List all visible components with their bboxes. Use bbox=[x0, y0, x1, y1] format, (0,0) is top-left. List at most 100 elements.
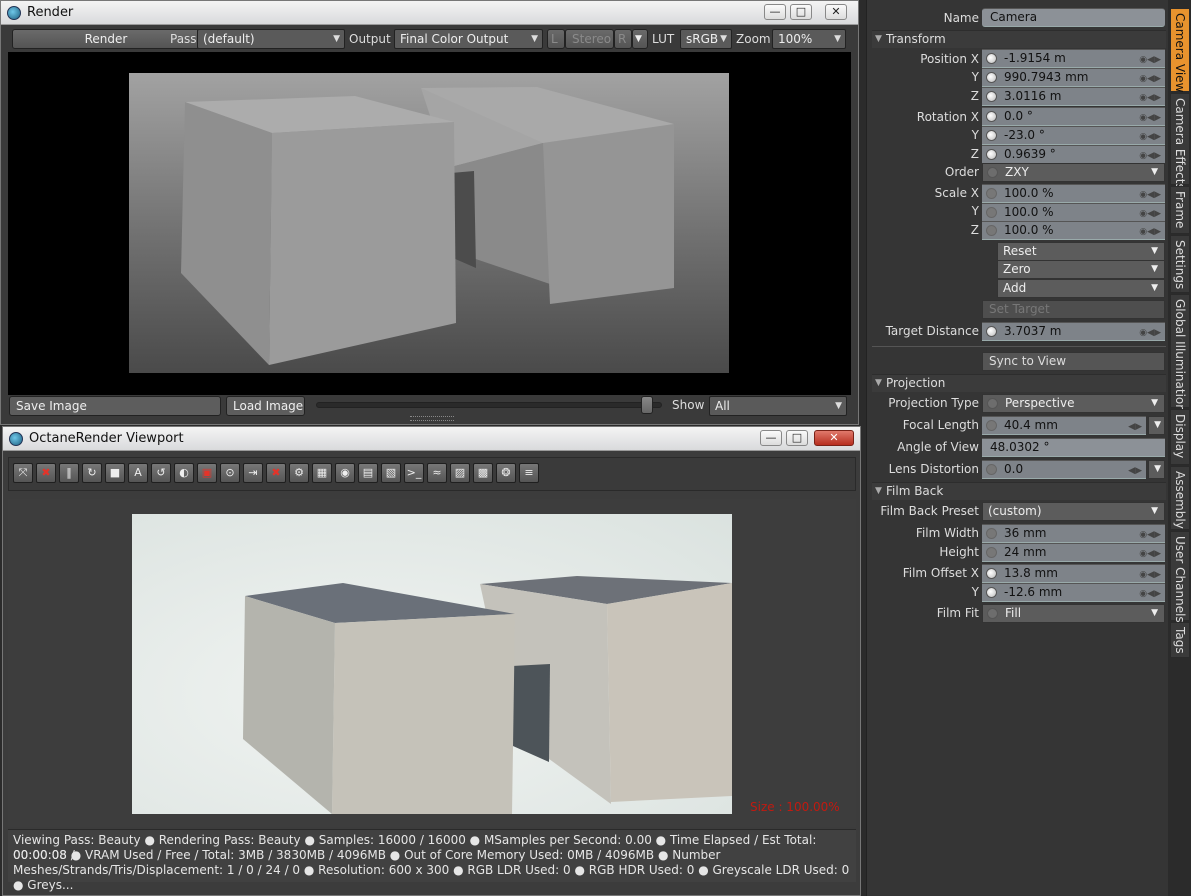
channel-dot-icon[interactable] bbox=[986, 225, 997, 236]
target-distance-field[interactable]: 3.7037 m ◉◀▶ bbox=[982, 322, 1165, 341]
position-y-field[interactable]: 990.7943 mm ◉◀▶ bbox=[982, 68, 1165, 87]
envelope-icon[interactable]: ◉◀▶ bbox=[1135, 52, 1161, 65]
angle-of-view-field[interactable]: 48.0302 ° bbox=[982, 438, 1165, 457]
viewport-titlebar[interactable]: OctaneRender Viewport — □ ✕ bbox=[3, 427, 860, 451]
rotation-y-field[interactable]: -23.0 ° ◉◀▶ bbox=[982, 126, 1165, 145]
pass-dropdown[interactable]: (default) ▼ bbox=[197, 29, 345, 49]
tab-settings[interactable]: Settings bbox=[1170, 235, 1190, 293]
tab-frame[interactable]: Frame bbox=[1170, 186, 1190, 234]
render-window-titlebar[interactable]: Render — □ ✕ bbox=[1, 1, 858, 25]
channel-dot-icon[interactable] bbox=[986, 188, 997, 199]
tab-assembly[interactable]: Assembly bbox=[1170, 466, 1190, 530]
reset-dropdown[interactable]: Reset ▼ bbox=[997, 242, 1165, 261]
snapshot-icon[interactable]: ◉ bbox=[335, 463, 355, 483]
export-icon[interactable]: ⇥ bbox=[243, 463, 263, 483]
channel-dot-icon[interactable] bbox=[986, 547, 997, 558]
channel-dot-icon[interactable] bbox=[986, 130, 997, 141]
sync-to-view-button[interactable]: Sync to View bbox=[982, 352, 1165, 371]
scale-z-field[interactable]: 100.0 % ◉◀▶ bbox=[982, 221, 1165, 240]
film-width-field[interactable]: 36 mm ◉◀▶ bbox=[982, 524, 1165, 543]
envelope-icon[interactable]: ◉◀▶ bbox=[1135, 224, 1161, 237]
projection-type-dropdown[interactable]: Perspective ▼ bbox=[982, 394, 1165, 413]
color-wheel-icon[interactable]: ◐ bbox=[174, 463, 194, 483]
tab-tags[interactable]: Tags bbox=[1170, 622, 1190, 658]
envelope-icon[interactable]: ◉◀▶ bbox=[1135, 567, 1161, 580]
channel-dot-icon[interactable] bbox=[987, 167, 998, 178]
stereo-options-dropdown[interactable]: ▼ bbox=[632, 29, 648, 49]
refresh-icon[interactable]: ↺ bbox=[151, 463, 171, 483]
focal-length-field[interactable]: 40.4 mm ◀▶ bbox=[982, 416, 1146, 435]
envelope-icon[interactable]: ◉◀▶ bbox=[1135, 148, 1161, 161]
channel-dot-icon[interactable] bbox=[986, 464, 997, 475]
envelope-icon[interactable]: ◉◀▶ bbox=[1135, 586, 1161, 599]
restart-icon[interactable]: ↻ bbox=[82, 463, 102, 483]
channel-dot-icon[interactable] bbox=[987, 398, 998, 409]
api-icon[interactable]: A bbox=[128, 463, 148, 483]
envelope-icon[interactable]: ◉◀▶ bbox=[1135, 527, 1161, 540]
film-offset-y-field[interactable]: -12.6 mm ◉◀▶ bbox=[982, 583, 1165, 602]
channel-dot-icon[interactable] bbox=[986, 207, 997, 218]
maximize-icon[interactable]: □ bbox=[786, 430, 808, 446]
add-dropdown[interactable]: Add ▼ bbox=[997, 279, 1165, 298]
close-icon[interactable]: ✕ bbox=[814, 430, 854, 446]
film-height-field[interactable]: 24 mm ◉◀▶ bbox=[982, 543, 1165, 562]
channel-dot-icon[interactable] bbox=[986, 91, 997, 102]
channel-dot-icon[interactable] bbox=[986, 528, 997, 539]
section-transform[interactable]: ▼ Transform bbox=[872, 30, 1166, 48]
l-toggle[interactable]: L bbox=[547, 29, 565, 49]
show-dropdown[interactable]: All ▼ bbox=[709, 396, 847, 416]
zoom-dropdown[interactable]: 100% ▼ bbox=[772, 29, 846, 49]
position-x-field[interactable]: -1.9154 m ◉◀▶ bbox=[982, 49, 1165, 68]
channel-dot-icon[interactable] bbox=[986, 420, 997, 431]
position-z-field[interactable]: 3.0116 m ◉◀▶ bbox=[982, 87, 1165, 106]
pause-icon[interactable]: ‖ bbox=[59, 463, 79, 483]
channel-dot-icon[interactable] bbox=[986, 53, 997, 64]
camera-pick-icon[interactable]: ⊙ bbox=[220, 463, 240, 483]
envelope-icon[interactable]: ◉◀▶ bbox=[1135, 110, 1161, 123]
minimize-icon[interactable]: — bbox=[764, 4, 786, 20]
channel-dot-icon[interactable] bbox=[987, 608, 998, 619]
tab-display[interactable]: Display bbox=[1170, 409, 1190, 465]
lens-distortion-field[interactable]: 0.0 ◀▶ bbox=[982, 460, 1146, 479]
region-icon[interactable]: ▦ bbox=[312, 463, 332, 483]
envelope-icon[interactable]: ◀▶ bbox=[1116, 463, 1142, 476]
rotation-x-field[interactable]: 0.0 ° ◉◀▶ bbox=[982, 107, 1165, 126]
channel-dot-icon[interactable] bbox=[986, 326, 997, 337]
tab-user-channels[interactable]: User Channels bbox=[1170, 531, 1190, 623]
maximize-icon[interactable]: □ bbox=[790, 4, 812, 20]
load-image-button[interactable]: Load Image bbox=[226, 396, 305, 416]
output-dropdown[interactable]: Final Color Output ▼ bbox=[394, 29, 543, 49]
section-projection[interactable]: ▼ Projection bbox=[872, 374, 1166, 392]
settings-icon[interactable]: ⚙ bbox=[289, 463, 309, 483]
layers-icon[interactable]: ▤ bbox=[358, 463, 378, 483]
graph-icon[interactable]: ≈ bbox=[427, 463, 447, 483]
checker-icon[interactable]: ▩ bbox=[473, 463, 493, 483]
tab-camera-effects[interactable]: Camera Effects bbox=[1170, 93, 1190, 190]
envelope-icon[interactable]: ◉◀▶ bbox=[1135, 90, 1161, 103]
gizmo-icon[interactable]: ❂ bbox=[496, 463, 516, 483]
lens-distortion-menu[interactable]: ▼ bbox=[1148, 460, 1165, 479]
stereo-toggle[interactable]: Stereo bbox=[565, 29, 614, 49]
clear-icon[interactable]: ✖ bbox=[266, 463, 286, 483]
tab-global-illumination[interactable]: Global Illumination bbox=[1170, 294, 1190, 412]
section-film-back[interactable]: ▼ Film Back bbox=[872, 482, 1166, 500]
channel-dot-icon[interactable] bbox=[986, 568, 997, 579]
tab-camera-view[interactable]: Camera View bbox=[1170, 8, 1190, 92]
channel-dot-icon[interactable] bbox=[986, 149, 997, 160]
channel-dot-icon[interactable] bbox=[986, 111, 997, 122]
minimize-icon[interactable]: — bbox=[760, 430, 782, 446]
cube-icon[interactable]: ▧ bbox=[381, 463, 401, 483]
name-field[interactable]: Camera bbox=[982, 8, 1165, 27]
envelope-icon[interactable]: ◉◀▶ bbox=[1135, 206, 1161, 219]
film-fit-dropdown[interactable]: Fill ▼ bbox=[982, 604, 1165, 623]
scale-y-field[interactable]: 100.0 % ◉◀▶ bbox=[982, 203, 1165, 222]
focal-length-menu[interactable]: ▼ bbox=[1148, 416, 1165, 435]
channel-dot-icon[interactable] bbox=[986, 587, 997, 598]
film-back-preset-dropdown[interactable]: (custom) ▼ bbox=[982, 502, 1165, 521]
splitter-handle[interactable] bbox=[410, 416, 454, 421]
order-dropdown[interactable]: ZXY ▼ bbox=[982, 163, 1165, 182]
envelope-icon[interactable]: ◉◀▶ bbox=[1135, 129, 1161, 142]
fit-icon[interactable]: ⤧ bbox=[13, 463, 33, 483]
notes-icon[interactable]: ≡ bbox=[519, 463, 539, 483]
scale-x-field[interactable]: 100.0 % ◉◀▶ bbox=[982, 184, 1165, 203]
